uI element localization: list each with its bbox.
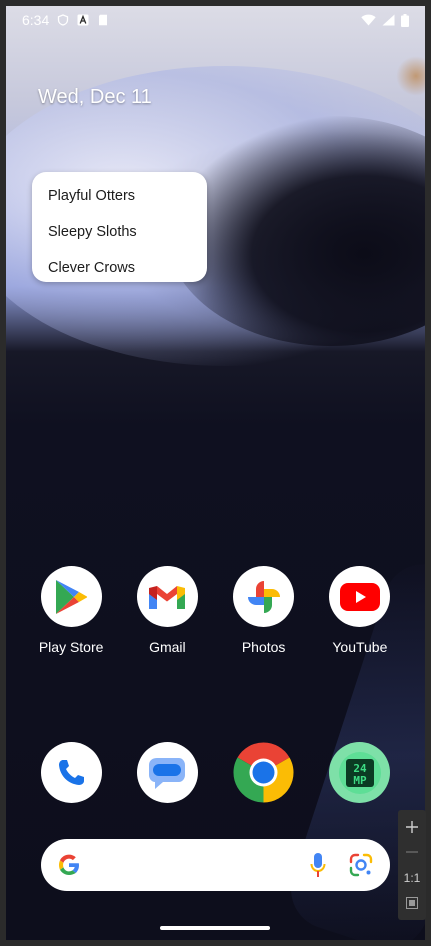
zoom-reset-button[interactable]: 1:1 bbox=[400, 867, 424, 889]
app-row: Play Store Gmail Photos YouTube bbox=[6, 566, 425, 655]
font-a-icon bbox=[77, 14, 89, 26]
shield-icon bbox=[58, 14, 69, 26]
wifi-icon bbox=[361, 14, 376, 26]
fit-screen-button[interactable] bbox=[400, 892, 424, 914]
phone-icon[interactable] bbox=[40, 742, 102, 803]
google-search-bar[interactable] bbox=[41, 839, 390, 891]
photos-icon[interactable] bbox=[233, 566, 295, 627]
popup-item-clever-crows[interactable]: Clever Crows bbox=[32, 250, 207, 286]
signal-icon bbox=[382, 14, 395, 26]
app-chrome[interactable] bbox=[224, 742, 304, 803]
plus-icon bbox=[406, 820, 418, 833]
app-photos[interactable]: Photos bbox=[224, 566, 304, 655]
youtube-icon[interactable] bbox=[329, 566, 391, 627]
chrome-icon[interactable] bbox=[233, 742, 294, 803]
status-time: 6:34 bbox=[22, 12, 50, 28]
app-label: Photos bbox=[241, 639, 286, 655]
google-g-icon bbox=[59, 854, 79, 875]
popup-menu: Playful Otters Sleepy Sloths Clever Crow… bbox=[32, 172, 207, 282]
app-play-store[interactable]: Play Store bbox=[31, 566, 111, 655]
app-camera[interactable]: 24 MP bbox=[320, 742, 400, 803]
gmail-icon[interactable] bbox=[136, 566, 198, 627]
popup-item-playful-otters[interactable]: Playful Otters bbox=[32, 178, 207, 214]
wallpaper-ember bbox=[396, 56, 425, 96]
home-screen: 6:34 Wed, Dec 11 Playful Otters Sleepy S… bbox=[6, 6, 425, 940]
app-youtube[interactable]: YouTube bbox=[320, 566, 400, 655]
play-store-icon[interactable] bbox=[40, 566, 102, 627]
zoom-in-button[interactable] bbox=[400, 816, 424, 838]
minus-icon bbox=[406, 851, 418, 853]
app-label: Gmail bbox=[149, 639, 186, 655]
app-messages[interactable] bbox=[127, 742, 207, 803]
sd-card-icon bbox=[99, 14, 108, 26]
zoom-out-button[interactable] bbox=[400, 841, 424, 863]
camera-badge-text-bottom: MP bbox=[353, 774, 367, 787]
popup-item-sleepy-sloths[interactable]: Sleepy Sloths bbox=[32, 214, 207, 250]
app-gmail[interactable]: Gmail bbox=[127, 566, 207, 655]
camera-24mp-icon[interactable]: 24 MP bbox=[329, 742, 391, 803]
app-phone[interactable] bbox=[31, 742, 111, 803]
status-bar: 6:34 bbox=[6, 6, 425, 34]
app-label: YouTube bbox=[332, 639, 388, 655]
date-widget[interactable]: Wed, Dec 11 bbox=[38, 86, 152, 109]
dock-row: 24 MP bbox=[6, 742, 425, 803]
google-lens-icon[interactable] bbox=[348, 852, 374, 878]
zoom-panel: 1:1 bbox=[398, 810, 426, 920]
fit-screen-icon bbox=[406, 897, 418, 910]
app-label: Play Store bbox=[38, 639, 104, 655]
battery-icon bbox=[401, 13, 409, 27]
gesture-nav-handle[interactable] bbox=[160, 926, 270, 930]
messages-icon[interactable] bbox=[136, 742, 198, 803]
microphone-icon[interactable] bbox=[310, 852, 326, 878]
